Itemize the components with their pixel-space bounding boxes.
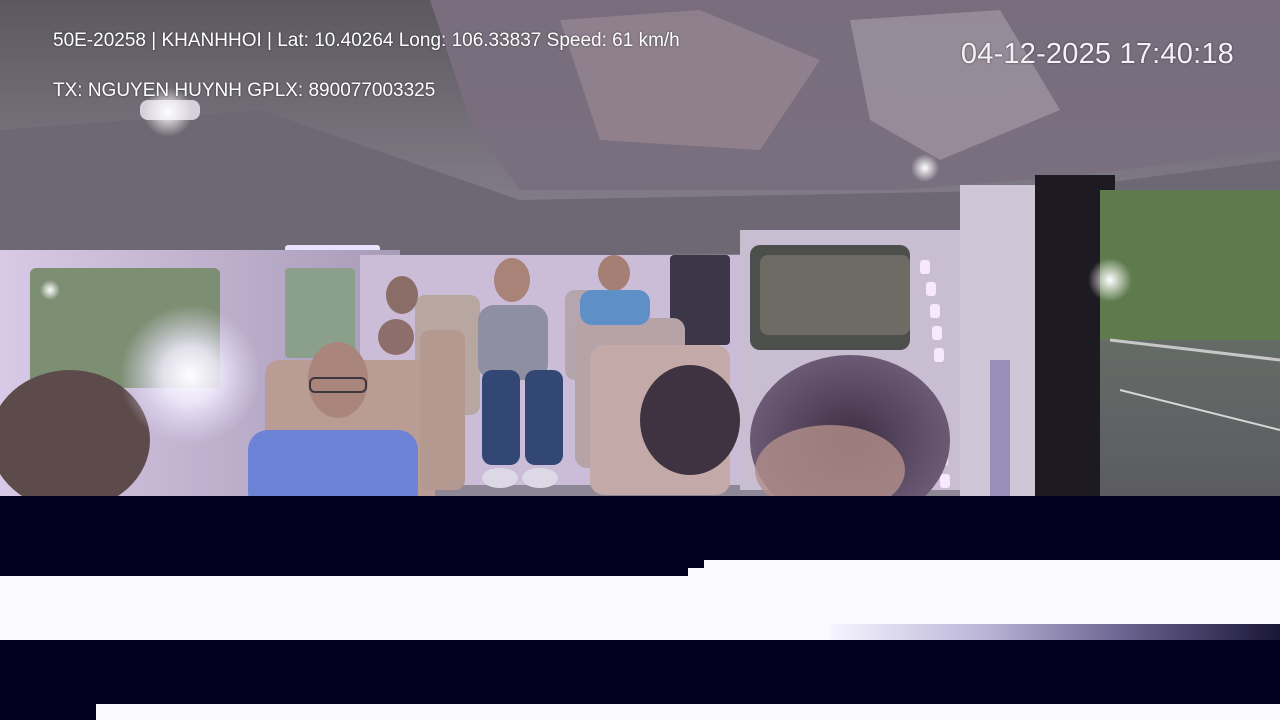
camera-viewer: 50E-20258 | KHANHHOI | Lat: 10.40264 Lon… xyxy=(0,0,1280,720)
vehicle-info-overlay: 50E-20258 | KHANHHOI | Lat: 10.40264 Lon… xyxy=(53,30,680,51)
glitch-band-light-right xyxy=(704,560,1280,576)
cabin-camera-frame: 50E-20258 | KHANHHOI | Lat: 10.40264 Lon… xyxy=(0,0,1280,512)
glitch-block-dark-bottom xyxy=(0,640,1280,704)
timestamp-overlay: 04-12-2025 17:40:18 xyxy=(960,38,1234,70)
glitch-band-light-left xyxy=(0,624,830,640)
glitch-gradient-strip xyxy=(830,624,1280,640)
glitch-step xyxy=(688,568,704,576)
cabin-scene-image xyxy=(0,0,1280,512)
glitch-band-light-main xyxy=(0,576,1280,624)
glitch-band-light-bottom xyxy=(96,704,1280,720)
driver-info-overlay: TX: NGUYEN HUYNH GPLX: 890077003325 xyxy=(53,80,436,101)
